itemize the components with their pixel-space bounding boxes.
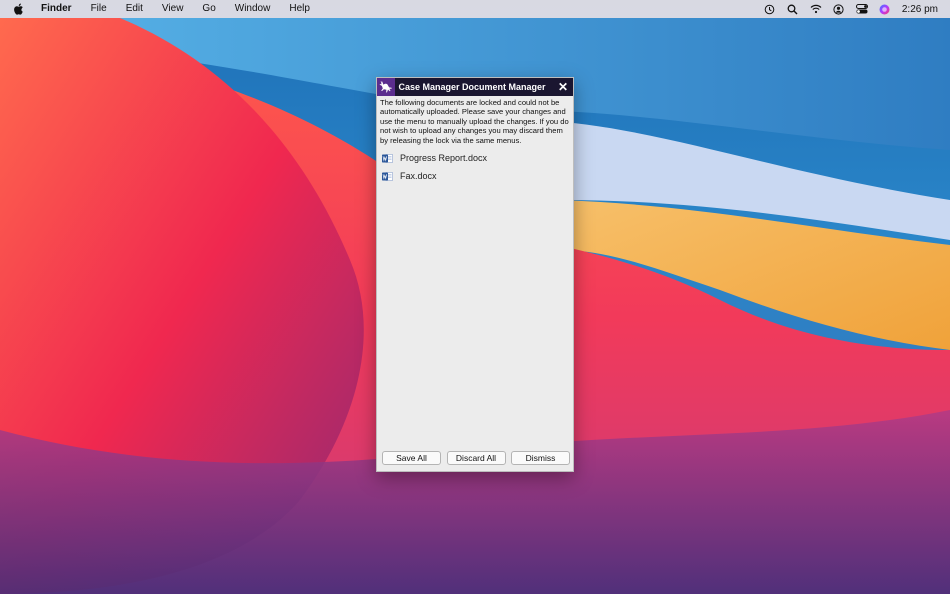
menu-help[interactable]: Help (289, 0, 310, 18)
menu-window[interactable]: Window (235, 0, 271, 18)
discard-all-button[interactable]: Discard All (446, 451, 506, 465)
dialog-title: Case Manager Document Manager (398, 82, 546, 92)
menu-view[interactable]: View (162, 0, 184, 18)
save-all-button[interactable]: Save All (382, 451, 441, 465)
close-icon[interactable]: ✕ (555, 78, 571, 96)
lizard-logo-icon (377, 78, 395, 96)
document-manager-dialog: Case Manager Document Manager ✕ The foll… (376, 77, 574, 472)
dialog-buttons: Save All Discard All Dismiss (382, 451, 570, 465)
wifi-icon[interactable] (810, 3, 822, 15)
menubar: Finder File Edit View Go Window Help 2:2… (0, 0, 950, 18)
menu-go[interactable]: Go (202, 0, 215, 18)
dialog-title-bar[interactable]: Case Manager Document Manager ✕ (377, 78, 573, 96)
dialog-message: The following documents are locked and c… (380, 98, 569, 145)
document-name: Fax.docx (400, 171, 437, 181)
control-center-icon[interactable] (855, 3, 868, 15)
dismiss-button[interactable]: Dismiss (511, 451, 570, 465)
document-name: Progress Report.docx (400, 153, 488, 163)
time-machine-icon[interactable] (764, 3, 776, 15)
word-document-icon (382, 171, 393, 181)
menubar-clock[interactable]: 2:26 pm (902, 4, 938, 15)
document-list: Progress Report.docx Fax.docx (382, 149, 570, 185)
word-document-icon (382, 153, 393, 163)
user-icon[interactable] (833, 3, 845, 15)
list-item[interactable]: Fax.docx (382, 167, 570, 185)
menu-finder[interactable]: Finder (41, 0, 72, 18)
list-item[interactable]: Progress Report.docx (382, 149, 570, 167)
menu-edit[interactable]: Edit (126, 0, 143, 18)
apple-menu-icon[interactable] (13, 3, 29, 15)
siri-icon[interactable] (879, 3, 891, 15)
search-icon[interactable] (787, 3, 799, 15)
menu-file[interactable]: File (91, 0, 107, 18)
status-area: 2:26 pm (764, 0, 950, 18)
